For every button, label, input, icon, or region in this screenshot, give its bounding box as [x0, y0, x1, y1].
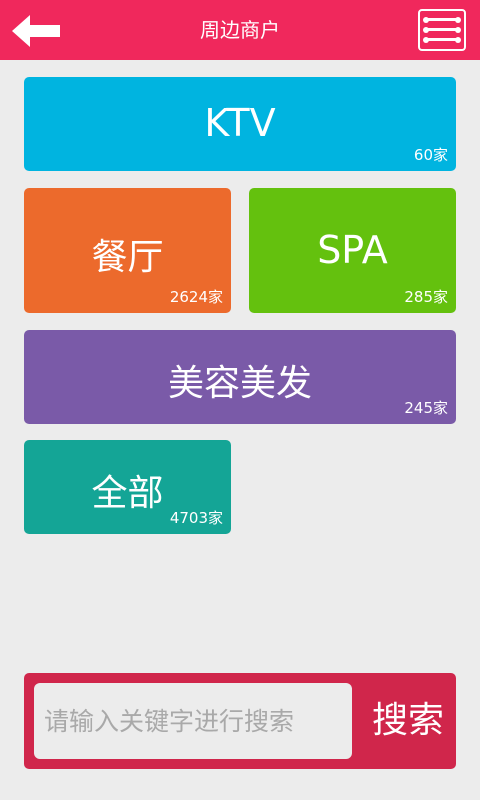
category-tile-beauty-salon[interactable]: 美容美发 245家	[24, 330, 456, 424]
category-label: KTV	[204, 101, 276, 145]
search-button[interactable]: 搜索	[360, 673, 456, 769]
category-tile-ktv[interactable]: KTV 60家	[24, 77, 456, 171]
category-tile-spa[interactable]: SPA 285家	[249, 188, 456, 313]
search-bar: 搜索	[24, 673, 456, 769]
category-label: 餐厅	[91, 237, 164, 278]
category-count: 4703家	[169, 509, 223, 527]
category-tile-restaurant[interactable]: 餐厅 2624家	[24, 188, 231, 313]
category-count: 2624家	[169, 288, 223, 306]
category-count: 285家	[404, 288, 448, 306]
category-tile-all[interactable]: 全部 4703家	[24, 440, 231, 534]
search-input[interactable]	[34, 683, 352, 759]
category-count: 60家	[413, 146, 448, 164]
header-bar: 周边商户	[0, 0, 480, 60]
category-label: 美容美发	[167, 363, 312, 404]
page-title: 周边商户	[200, 18, 280, 42]
category-label: SPA	[317, 228, 388, 272]
menu-button[interactable]	[418, 9, 466, 51]
category-count: 245家	[404, 399, 448, 417]
